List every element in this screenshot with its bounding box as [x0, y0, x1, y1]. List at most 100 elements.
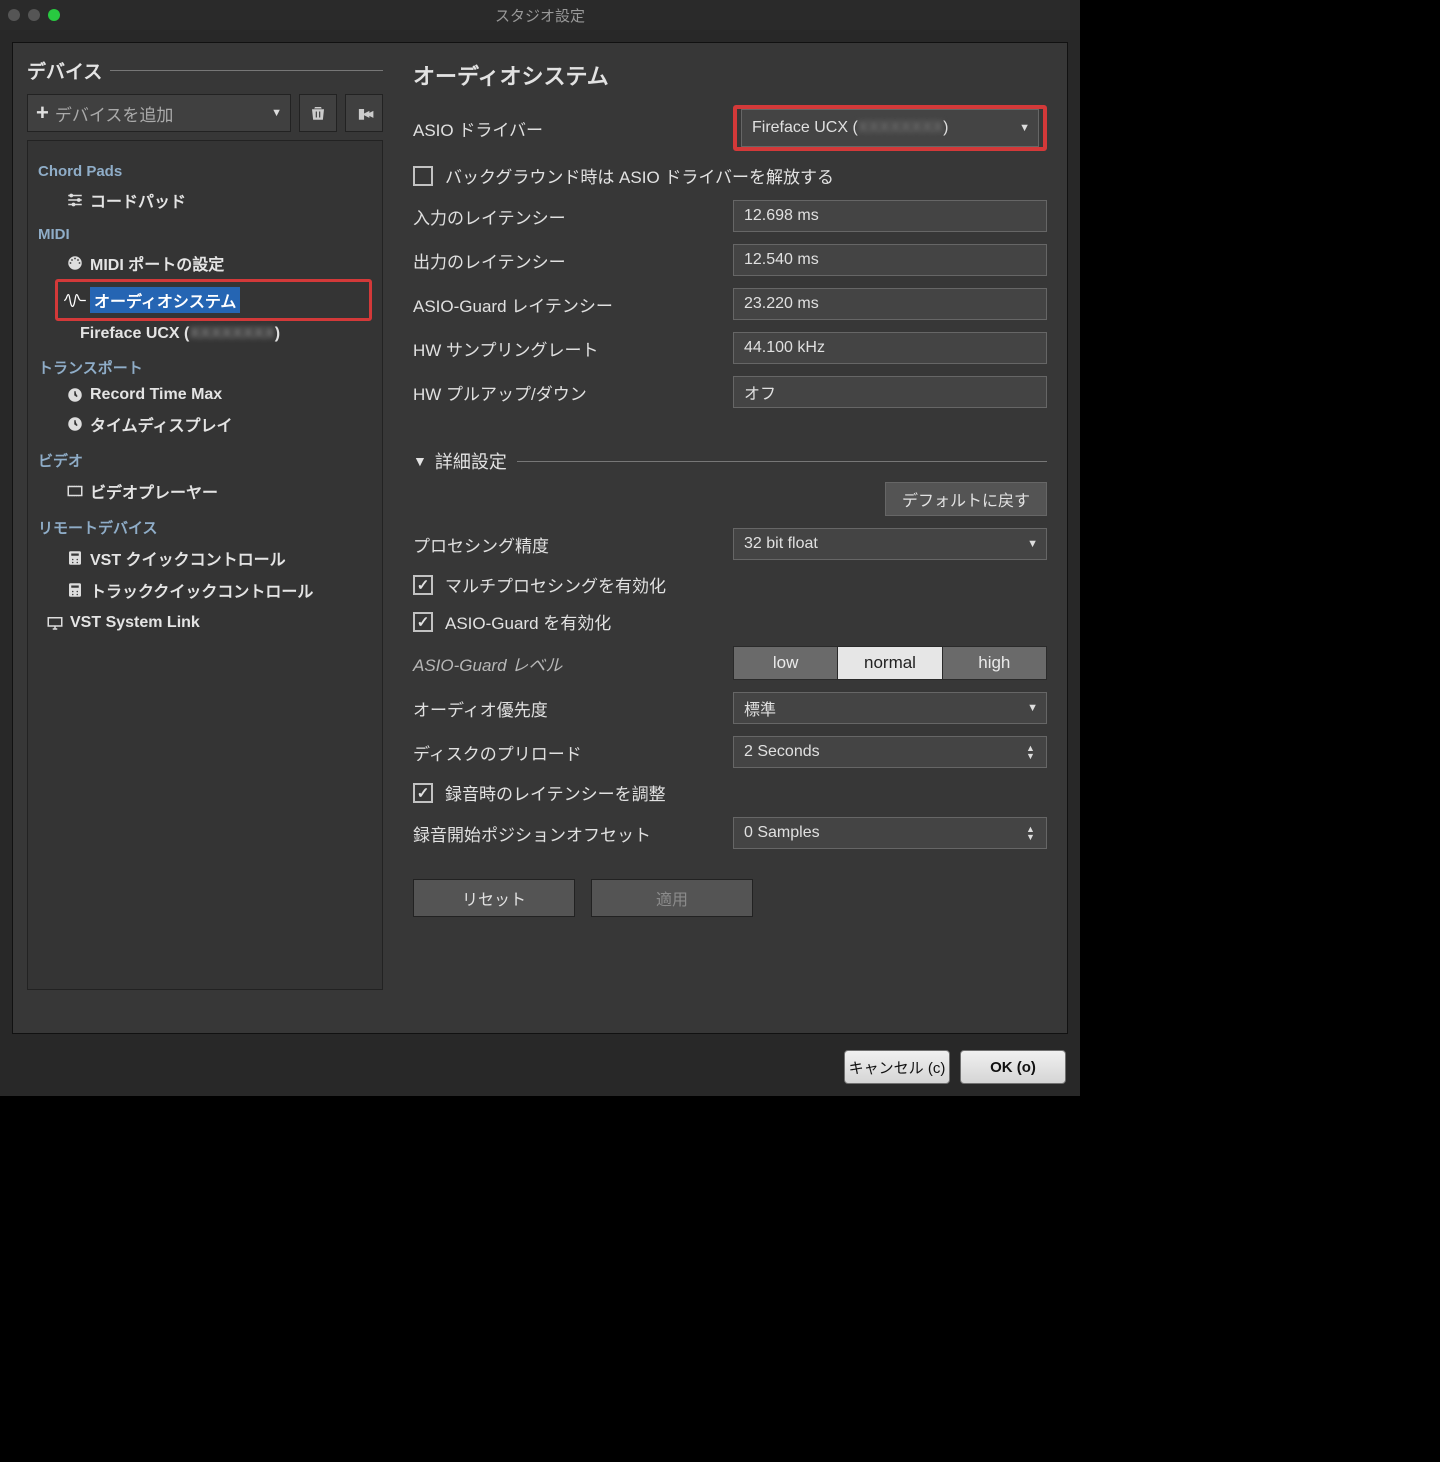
- rec-offset-spinner[interactable]: 0 Samples ▲▼: [733, 817, 1047, 849]
- value-output-latency: 12.540 ms: [733, 244, 1047, 276]
- ok-button[interactable]: OK (o): [960, 1050, 1066, 1084]
- tree-item-label: トラッククイックコントロール: [90, 578, 313, 602]
- asio-driver-select[interactable]: Fireface UCX (XXXXXXXX) ▼: [741, 109, 1039, 147]
- label-asio-guard-level: ASIO-Guard レベル: [413, 651, 733, 676]
- tree-item-label: VST System Link: [70, 614, 200, 632]
- audio-priority-value: 標準: [744, 696, 776, 720]
- value-asio-guard-latency: 23.220 ms: [733, 288, 1047, 320]
- cancel-button[interactable]: キャンセル (c): [844, 1050, 950, 1084]
- precision-value: 32 bit float: [744, 535, 818, 553]
- clock-icon: [60, 415, 90, 433]
- page-title: オーディオシステム: [413, 59, 1047, 91]
- tree-item-label: タイムディスプレイ: [90, 412, 233, 436]
- chevron-down-icon: ▼: [271, 107, 282, 119]
- trash-icon: [309, 104, 327, 122]
- disclosure-triangle-icon[interactable]: ▼: [413, 453, 427, 469]
- tree-item-label: ビデオプレーヤー: [90, 479, 218, 503]
- label-asio-driver: ASIO ドライバー: [413, 116, 733, 141]
- tree-item-label: Record Time Max: [90, 386, 222, 404]
- tree-item-label: コードパッド: [90, 188, 186, 212]
- tree-item-record-time-max[interactable]: Record Time Max: [58, 382, 372, 408]
- tree-group-transport: トランスポート: [38, 357, 372, 378]
- midi-icon: [60, 254, 90, 272]
- highlighted-tree-item: オーディオシステム: [55, 279, 372, 321]
- tree-item-chord-pad[interactable]: コードパッド: [58, 184, 372, 216]
- clock-icon: [60, 386, 90, 404]
- chevron-down-icon: ▼: [1019, 122, 1030, 134]
- label-audio-priority: オーディオ優先度: [413, 696, 733, 721]
- tree-item-fireface[interactable]: Fireface UCX (XXXXXXXX): [58, 321, 372, 347]
- asio-guard-normal[interactable]: normal: [838, 647, 942, 679]
- waveform-icon: [60, 293, 90, 308]
- titlebar: スタジオ設定: [0, 0, 1080, 30]
- tree-item-midi-port-setup[interactable]: MIDI ポートの設定: [58, 247, 372, 279]
- tree-item-label: MIDI ポートの設定: [90, 251, 224, 275]
- monitor-icon: [40, 614, 70, 632]
- tree-group-video: ビデオ: [38, 450, 372, 471]
- asio-guard-checkbox[interactable]: ✓: [413, 612, 433, 632]
- label-input-latency: 入力のレイテンシー: [413, 204, 733, 229]
- asio-guard-low[interactable]: low: [734, 647, 838, 679]
- label-output-latency: 出力のレイテンシー: [413, 248, 733, 273]
- plus-icon: +: [36, 100, 49, 126]
- tree-item-label: オーディオシステム: [90, 287, 240, 313]
- remote-icon: [60, 581, 90, 599]
- highlighted-dropdown: Fireface UCX (XXXXXXXX) ▼: [733, 105, 1047, 151]
- disk-preload-value: 2 Seconds: [744, 743, 820, 761]
- multiproc-checkbox[interactable]: ✓: [413, 575, 433, 595]
- chevron-down-icon: ▼: [1027, 702, 1038, 714]
- tree-group-remote: リモートデバイス: [38, 517, 372, 538]
- spinner-arrows-icon: ▲▼: [1026, 744, 1038, 760]
- device-tree[interactable]: Chord Pads コードパッド MIDI: [27, 140, 383, 990]
- tree-group-midi: MIDI: [38, 226, 372, 243]
- tree-item-track-quick-control[interactable]: トラッククイックコントロール: [58, 574, 372, 606]
- add-device-dropdown[interactable]: + デバイスを追加 ▼: [27, 94, 291, 132]
- divider: [517, 461, 1047, 462]
- defaults-button[interactable]: デフォルトに戻す: [885, 482, 1047, 516]
- delete-device-button[interactable]: [299, 94, 337, 132]
- tree-item-vst-quick-control[interactable]: VST クイックコントロール: [58, 542, 372, 574]
- tree-item-label: VST クイックコントロール: [90, 546, 286, 570]
- tree-item-audio-system[interactable]: オーディオシステム: [58, 283, 359, 317]
- film-icon: [60, 482, 90, 500]
- apply-button[interactable]: 適用: [591, 879, 753, 917]
- disk-preload-spinner[interactable]: 2 Seconds ▲▼: [733, 736, 1047, 768]
- value-input-latency: 12.698 ms: [733, 200, 1047, 232]
- add-device-label: デバイスを追加: [55, 101, 174, 126]
- chevron-down-icon: ▼: [1027, 538, 1038, 550]
- reset-device-button[interactable]: ▮◂◂: [345, 94, 383, 132]
- remote-icon: [60, 549, 90, 567]
- value-hw-sample-rate: 44.100 kHz: [733, 332, 1047, 364]
- rewind-icon: ▮◂◂: [358, 105, 371, 122]
- label-precision: プロセシング精度: [413, 532, 733, 557]
- label-hw-pull: HW プルアップ/ダウン: [413, 380, 733, 405]
- label-asio-guard-enable: ASIO-Guard を有効化: [445, 609, 611, 634]
- precision-select[interactable]: 32 bit float ▼: [733, 528, 1047, 560]
- rec-offset-value: 0 Samples: [744, 824, 820, 842]
- panel-title-devices: デバイス: [27, 57, 102, 84]
- tree-item-time-display[interactable]: タイムディスプレイ: [58, 408, 372, 440]
- tree-group-chord-pads: Chord Pads: [38, 163, 372, 180]
- tree-item-video-player[interactable]: ビデオプレーヤー: [58, 475, 372, 507]
- window-title: スタジオ設定: [0, 5, 1080, 26]
- divider: [110, 70, 383, 71]
- label-disk-preload: ディスクのプリロード: [413, 740, 733, 765]
- label-asio-guard-latency: ASIO-Guard レイテンシー: [413, 292, 733, 317]
- adjust-rec-latency-checkbox[interactable]: ✓: [413, 783, 433, 803]
- audio-priority-select[interactable]: 標準 ▼: [733, 692, 1047, 724]
- tree-item-label: Fireface UCX (XXXXXXXX): [80, 325, 280, 343]
- spinner-arrows-icon: ▲▼: [1026, 825, 1038, 841]
- asio-guard-high[interactable]: high: [943, 647, 1046, 679]
- asio-guard-level-segmented[interactable]: low normal high: [733, 646, 1047, 680]
- tree-item-vst-system-link[interactable]: VST System Link: [38, 610, 372, 636]
- sliders-icon: [60, 191, 90, 209]
- section-title-advanced: 詳細設定: [435, 448, 507, 474]
- reset-button[interactable]: リセット: [413, 879, 575, 917]
- asio-driver-value: Fireface UCX (XXXXXXXX): [752, 119, 949, 137]
- label-rec-offset: 録音開始ポジションオフセット: [413, 821, 733, 846]
- value-hw-pull: オフ: [733, 376, 1047, 408]
- release-bg-checkbox[interactable]: [413, 166, 433, 186]
- label-adjust-rec-latency: 録音時のレイテンシーを調整: [445, 780, 666, 805]
- label-release-bg: バックグラウンド時は ASIO ドライバーを解放する: [445, 163, 834, 188]
- label-multiproc: マルチプロセシングを有効化: [445, 572, 666, 597]
